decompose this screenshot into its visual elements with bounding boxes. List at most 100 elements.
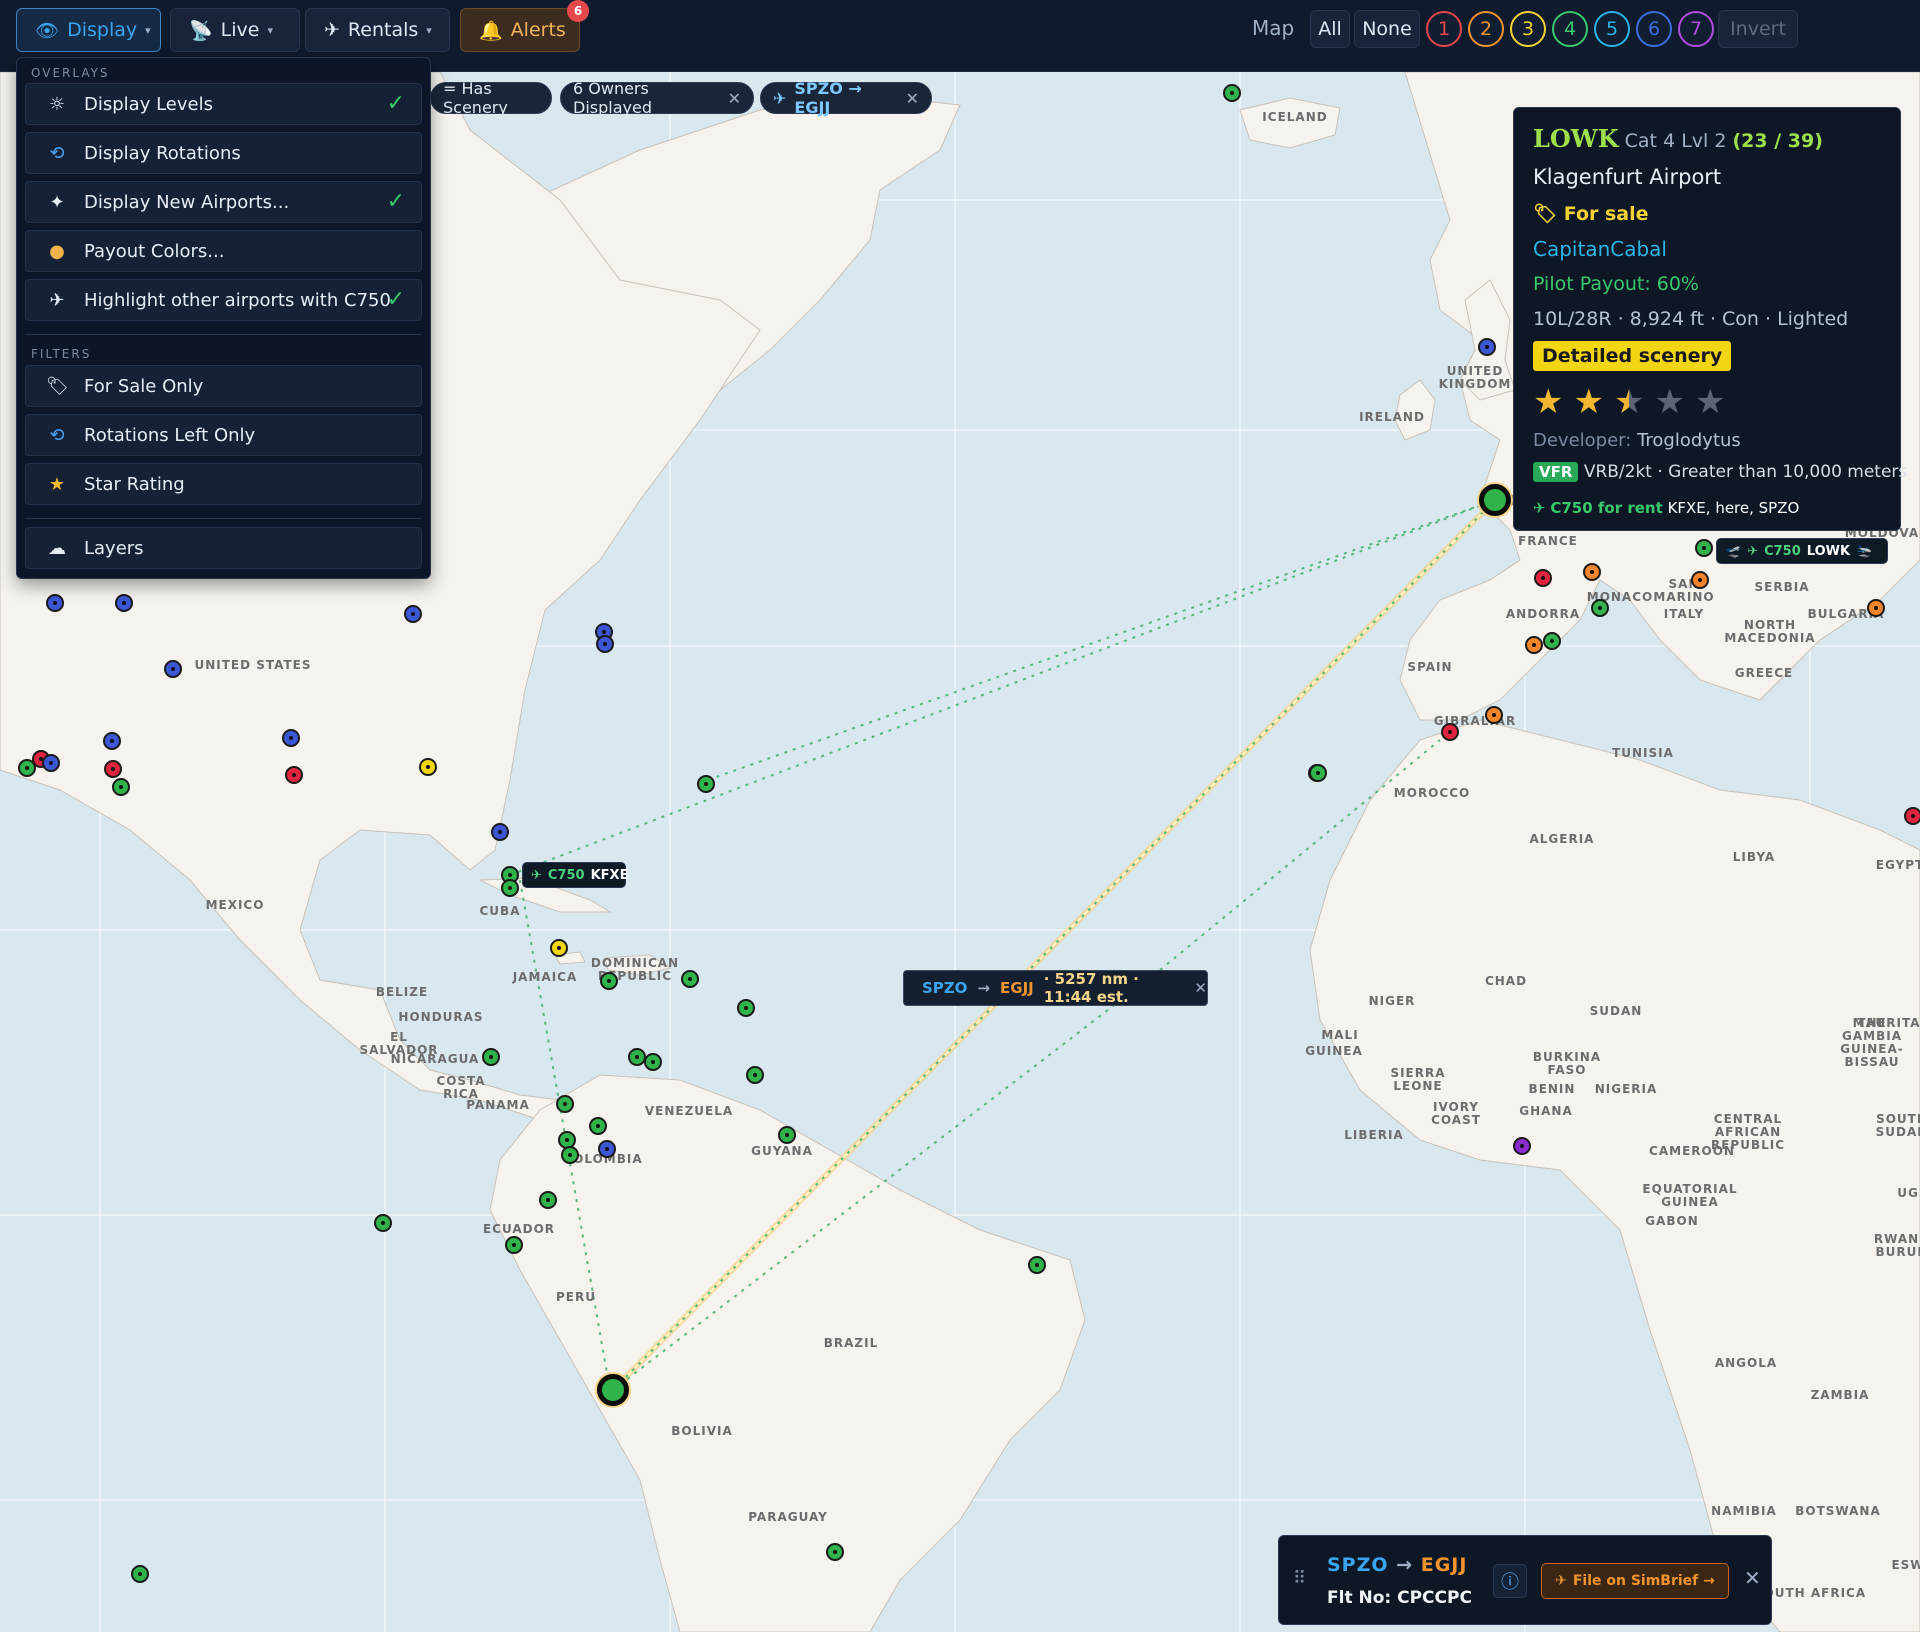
airport-marker[interactable] <box>103 732 121 750</box>
airport-marker[interactable] <box>112 778 130 796</box>
airport-marker[interactable] <box>46 594 64 612</box>
airport-marker[interactable] <box>1485 706 1503 724</box>
chip-has-scenery[interactable]: = Has Scenery <box>430 79 552 117</box>
selected-airport-marker[interactable] <box>1479 484 1511 516</box>
airport-marker[interactable] <box>1534 569 1552 587</box>
airport-icao: LOWK <box>1533 124 1619 153</box>
level-filter-3[interactable]: 3 <box>1510 11 1546 47</box>
airport-marker[interactable] <box>1904 807 1920 825</box>
overlay-display-new-airports[interactable]: ✦ Display New Airports... ✓ <box>25 181 422 223</box>
airport-marker[interactable] <box>778 1126 796 1144</box>
airport-marker[interactable] <box>104 760 122 778</box>
airport-marker[interactable] <box>164 660 182 678</box>
airport-marker[interactable] <box>505 1236 523 1254</box>
overlay-display-rotations[interactable]: ⟲ Display Rotations <box>25 132 422 174</box>
filter-for-sale-only[interactable]: 🏷 For Sale Only <box>25 365 422 407</box>
airport-marker[interactable] <box>826 1543 844 1561</box>
chip-route[interactable]: ✈ SPZO → EGJJ ✕ <box>760 79 932 117</box>
invert-button[interactable]: Invert <box>1718 10 1798 48</box>
owner-link[interactable]: CapitanCabal <box>1533 237 1667 261</box>
alerts-button[interactable]: 🔔 Alerts <box>460 8 580 52</box>
airport-marker[interactable] <box>596 635 614 653</box>
airport-marker[interactable] <box>746 1066 764 1084</box>
display-dropdown: OVERLAYS ☼ Display Levels ✓ ⟲ Display Ro… <box>16 57 431 579</box>
close-icon[interactable]: ✕ <box>1744 1566 1761 1590</box>
airport-marker[interactable] <box>1513 1137 1531 1155</box>
selected-airport-marker[interactable] <box>597 1374 629 1406</box>
level-filter-4[interactable]: 4 <box>1552 11 1588 47</box>
map-label: CUBA <box>479 904 521 918</box>
airport-marker[interactable] <box>737 999 755 1017</box>
map-label: SPAIN <box>1407 660 1453 674</box>
airport-marker[interactable] <box>1691 571 1709 589</box>
rentals-menu-button[interactable]: ✈ Rentals ▾ <box>305 8 450 52</box>
airport-marker[interactable] <box>1543 632 1561 650</box>
airport-marker[interactable] <box>404 605 422 623</box>
airport-marker[interactable] <box>589 1117 607 1135</box>
airport-marker[interactable] <box>285 766 303 784</box>
airport-marker[interactable] <box>115 594 133 612</box>
airport-marker[interactable] <box>1028 1256 1046 1274</box>
level-filter-7[interactable]: 7 <box>1678 11 1714 47</box>
airport-marker[interactable] <box>1867 599 1885 617</box>
display-menu-button[interactable]: 👁 Display ▾ <box>16 8 161 52</box>
airport-marker[interactable] <box>374 1214 392 1232</box>
airport-marker[interactable] <box>18 759 36 777</box>
close-icon[interactable]: ✕ <box>728 89 741 108</box>
airport-marker[interactable] <box>491 823 509 841</box>
airport-marker-dot <box>753 1073 757 1077</box>
airport-marker-dot <box>603 642 607 646</box>
airport-marker[interactable] <box>42 754 60 772</box>
airport-marker-dot <box>1035 1263 1039 1267</box>
close-icon[interactable]: ✕ <box>1194 979 1207 997</box>
level-filter-5[interactable]: 5 <box>1594 11 1630 47</box>
overlay-payout-colors[interactable]: ● Payout Colors... <box>25 230 422 272</box>
live-menu-button[interactable]: 📡 Live ▾ <box>170 8 300 52</box>
overlay-highlight-c750[interactable]: ✈ Highlight other airports with C750 ✓ <box>25 279 422 321</box>
airport-marker[interactable] <box>539 1191 557 1209</box>
airport-marker[interactable] <box>1309 764 1327 782</box>
filter-none-button[interactable]: None <box>1354 10 1420 48</box>
alerts-label: Alerts <box>510 19 566 41</box>
airport-marker[interactable] <box>482 1048 500 1066</box>
airport-marker[interactable] <box>600 972 618 990</box>
airport-marker[interactable] <box>1525 636 1543 654</box>
airport-marker[interactable] <box>598 1140 616 1158</box>
airport-marker[interactable] <box>282 729 300 747</box>
file-simbrief-button[interactable]: ✈ File on SimBrief → <box>1541 1563 1729 1599</box>
airport-marker[interactable] <box>1695 539 1713 557</box>
airport-marker[interactable] <box>550 939 568 957</box>
filter-star-rating[interactable]: ★ Star Rating <box>25 463 422 505</box>
level-filter-1[interactable]: 1 <box>1426 11 1462 47</box>
airport-marker[interactable] <box>697 775 715 793</box>
airport-marker[interactable] <box>644 1053 662 1071</box>
overlay-display-levels[interactable]: ☼ Display Levels ✓ <box>25 83 422 125</box>
filter-rotations-left-only[interactable]: ⟲ Rotations Left Only <box>25 414 422 456</box>
close-icon[interactable]: ✕ <box>906 89 919 108</box>
airport-marker[interactable] <box>1591 599 1609 617</box>
chip-owners[interactable]: 6 Owners Displayed ✕ <box>560 79 754 117</box>
tag-lowk[interactable]: 🛫 ✈ C750 LOWK 🛬 <box>1716 538 1888 564</box>
flight-route: SPZO → EGJJ <box>1327 1554 1467 1576</box>
airport-marker[interactable] <box>556 1095 574 1113</box>
tag-kfxe[interactable]: ✈ C750 KFXE <box>522 862 628 888</box>
airport-marker[interactable] <box>131 1565 149 1583</box>
airport-marker[interactable] <box>1478 338 1496 356</box>
airport-marker[interactable] <box>419 758 437 776</box>
star-icon: ★ <box>1533 382 1564 422</box>
rotate-icon: ⟲ <box>49 142 65 164</box>
map-label: LIBERIA <box>1344 1128 1404 1142</box>
airport-marker[interactable] <box>681 970 699 988</box>
info-icon[interactable]: ⓘ <box>1493 1564 1527 1598</box>
airport-marker[interactable] <box>1223 84 1241 102</box>
drag-handle-icon[interactable]: ⠿ <box>1293 1568 1306 1589</box>
layers-button[interactable]: ☁ Layers <box>25 527 422 569</box>
airport-marker[interactable] <box>501 879 519 897</box>
level-filter-6[interactable]: 6 <box>1636 11 1672 47</box>
money-bag-icon: ● <box>49 240 65 262</box>
level-filter-2[interactable]: 2 <box>1468 11 1504 47</box>
airport-marker[interactable] <box>1441 723 1459 741</box>
airport-marker[interactable] <box>1583 563 1601 581</box>
filter-all-button[interactable]: All <box>1310 10 1350 48</box>
airport-marker[interactable] <box>561 1146 579 1164</box>
